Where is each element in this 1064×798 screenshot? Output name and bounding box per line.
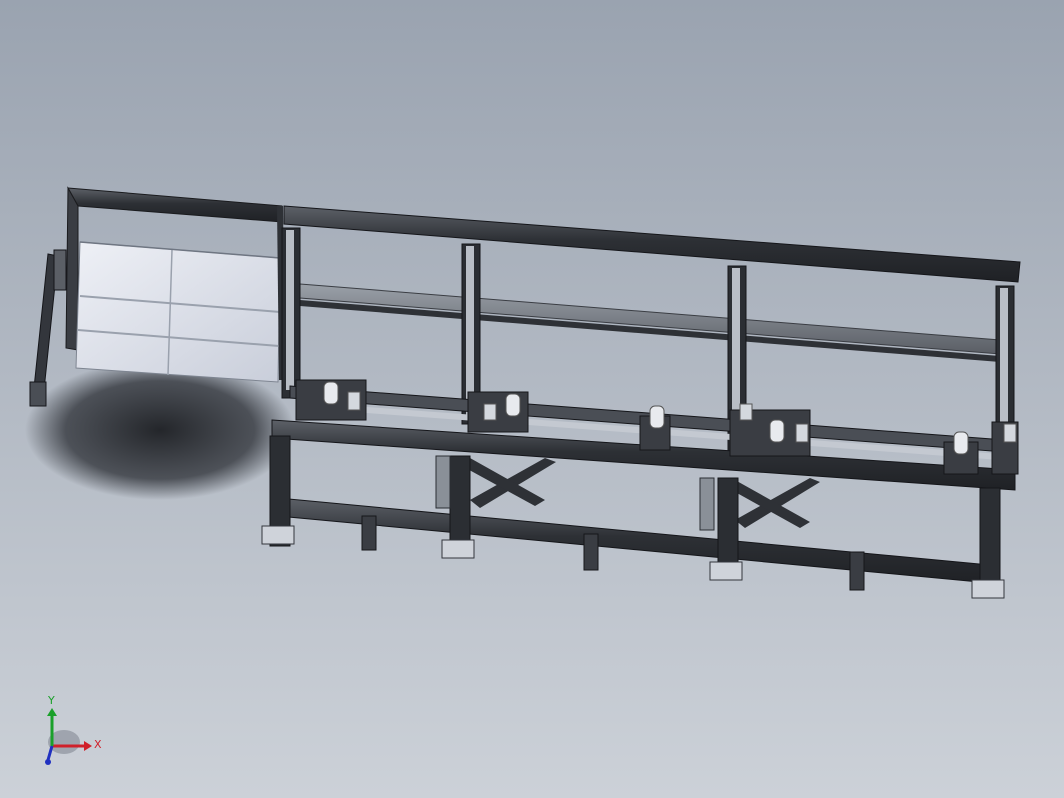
model-shadow [25, 360, 295, 500]
side-cover-assembly[interactable] [29, 186, 285, 407]
roller-unit[interactable] [467, 391, 529, 433]
roller-unit[interactable] [729, 403, 811, 457]
cad-model-view[interactable] [0, 0, 1064, 798]
z-axis-line [46, 745, 54, 761]
top-rail[interactable] [283, 205, 1021, 362]
roller-unit[interactable] [991, 421, 1019, 475]
z-axis-arrowhead [45, 759, 51, 765]
coordinate-triad: X Y [36, 694, 106, 770]
cover-panel [75, 241, 281, 383]
roller-unit[interactable] [295, 379, 367, 421]
x-axis-arrowhead [84, 741, 92, 751]
y-axis-arrowhead [47, 708, 57, 716]
x-axis-label: X [94, 738, 102, 751]
y-axis-label: Y [48, 694, 55, 707]
graphics-viewport[interactable]: X Y [0, 0, 1064, 798]
